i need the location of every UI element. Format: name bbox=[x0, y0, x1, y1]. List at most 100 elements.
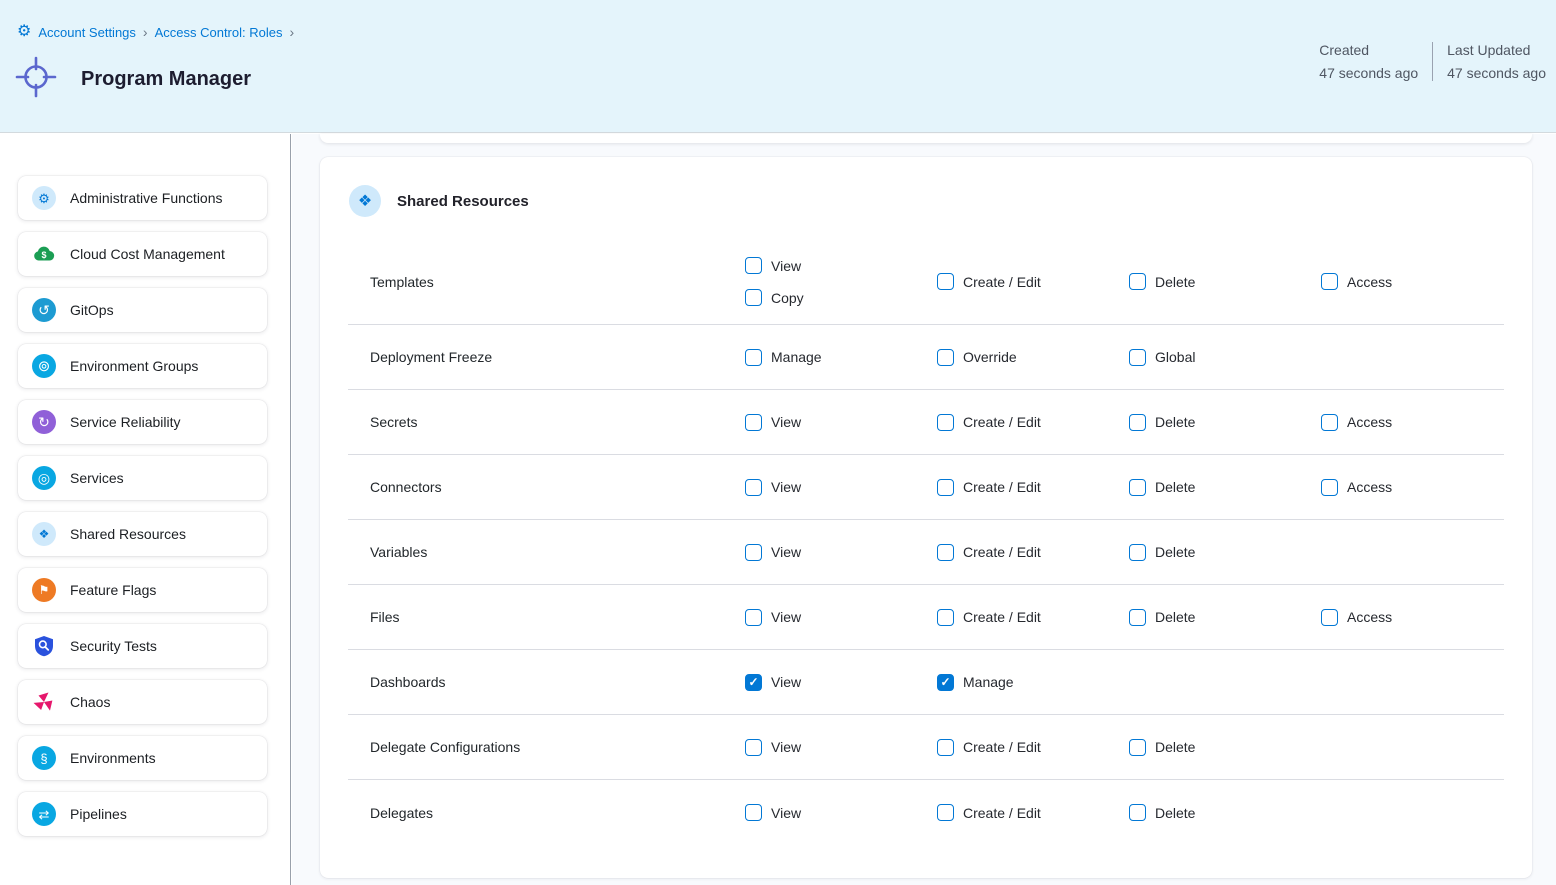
checkbox-unchecked-icon[interactable] bbox=[1129, 739, 1146, 756]
checkbox-unchecked-icon[interactable] bbox=[745, 414, 762, 431]
permission-cell: Delete bbox=[1129, 739, 1321, 756]
permission-checkbox-files-view[interactable]: View bbox=[745, 609, 937, 626]
permission-checkbox-connectors-access[interactable]: Access bbox=[1321, 479, 1504, 496]
checkbox-unchecked-icon[interactable] bbox=[937, 544, 954, 561]
checkbox-unchecked-icon[interactable] bbox=[1129, 544, 1146, 561]
permission-checkbox-connectors-view[interactable]: View bbox=[745, 479, 937, 496]
chevron-right-icon: › bbox=[289, 24, 294, 40]
sidebar-item-services[interactable]: ◎Services bbox=[18, 456, 267, 500]
checkbox-unchecked-icon[interactable] bbox=[745, 289, 762, 306]
checkbox-unchecked-icon[interactable] bbox=[937, 273, 954, 290]
permission-checkbox-delegates-create-edit[interactable]: Create / Edit bbox=[937, 804, 1129, 821]
sidebar-item-administrative-functions[interactable]: ⚙Administrative Functions bbox=[18, 176, 267, 220]
permission-checkbox-delegates-delete[interactable]: Delete bbox=[1129, 804, 1321, 821]
sidebar-item-chaos[interactable]: Chaos bbox=[18, 680, 267, 724]
checkbox-unchecked-icon[interactable] bbox=[745, 544, 762, 561]
sidebar-item-label: Pipelines bbox=[70, 806, 127, 822]
checkbox-checked-icon[interactable]: ✓ bbox=[937, 674, 954, 691]
checkbox-unchecked-icon[interactable] bbox=[937, 414, 954, 431]
permission-cell: View bbox=[745, 804, 937, 821]
service-reliability-icon: ↻ bbox=[32, 410, 56, 434]
checkbox-unchecked-icon[interactable] bbox=[1129, 414, 1146, 431]
permission-checkbox-templates-delete[interactable]: Delete bbox=[1129, 273, 1321, 290]
previous-card-edge bbox=[320, 134, 1532, 143]
permission-checkbox-secrets-create-edit[interactable]: Create / Edit bbox=[937, 414, 1129, 431]
sidebar-item-shared-resources[interactable]: ❖Shared Resources bbox=[18, 512, 267, 556]
chaos-pinwheel-icon bbox=[32, 690, 56, 714]
checkbox-unchecked-icon[interactable] bbox=[937, 739, 954, 756]
permission-checkbox-variables-create-edit[interactable]: Create / Edit bbox=[937, 544, 1129, 561]
permission-cell: Delete bbox=[1129, 804, 1321, 821]
checkbox-unchecked-icon[interactable] bbox=[1321, 479, 1338, 496]
checkbox-label: Access bbox=[1347, 609, 1392, 625]
checkbox-label: View bbox=[771, 805, 801, 821]
permission-checkbox-delegate-configurations-view[interactable]: View bbox=[745, 739, 937, 756]
permission-checkbox-templates-create-edit[interactable]: Create / Edit bbox=[937, 273, 1129, 290]
checkbox-unchecked-icon[interactable] bbox=[745, 479, 762, 496]
permission-checkbox-templates-access[interactable]: Access bbox=[1321, 273, 1504, 290]
breadcrumb-account-settings[interactable]: Account Settings bbox=[38, 25, 136, 40]
checkbox-unchecked-icon[interactable] bbox=[745, 349, 762, 366]
permission-checkbox-variables-delete[interactable]: Delete bbox=[1129, 544, 1321, 561]
permission-checkbox-templates-view[interactable]: View bbox=[745, 257, 937, 274]
sidebar-item-cloud-cost-management[interactable]: $Cloud Cost Management bbox=[18, 232, 267, 276]
permission-checkbox-connectors-delete[interactable]: Delete bbox=[1129, 479, 1321, 496]
permission-checkbox-delegates-view[interactable]: View bbox=[745, 804, 937, 821]
resource-label: Templates bbox=[348, 274, 745, 290]
checkbox-label: Create / Edit bbox=[963, 274, 1041, 290]
checkbox-unchecked-icon[interactable] bbox=[1321, 414, 1338, 431]
permission-checkbox-dashboards-manage[interactable]: ✓Manage bbox=[937, 674, 1129, 691]
sidebar-item-label: Services bbox=[70, 470, 124, 486]
created-value: 47 seconds ago bbox=[1319, 65, 1418, 81]
permission-checkbox-secrets-delete[interactable]: Delete bbox=[1129, 414, 1321, 431]
permission-checkbox-variables-view[interactable]: View bbox=[745, 544, 937, 561]
checkbox-unchecked-icon[interactable] bbox=[1321, 273, 1338, 290]
checkbox-unchecked-icon[interactable] bbox=[745, 804, 762, 821]
checkbox-unchecked-icon[interactable] bbox=[745, 739, 762, 756]
permission-checkbox-delegate-configurations-delete[interactable]: Delete bbox=[1129, 739, 1321, 756]
permission-checkbox-deployment-freeze-global[interactable]: Global bbox=[1129, 349, 1321, 366]
permission-checkbox-deployment-freeze-manage[interactable]: Manage bbox=[745, 349, 937, 366]
checkbox-unchecked-icon[interactable] bbox=[1129, 804, 1146, 821]
permission-checkbox-templates-copy[interactable]: Copy bbox=[745, 289, 937, 306]
permission-checkbox-secrets-view[interactable]: View bbox=[745, 414, 937, 431]
sidebar-item-gitops[interactable]: ↺ GitOps bbox=[18, 288, 267, 332]
permission-checkbox-dashboards-view[interactable]: ✓View bbox=[745, 674, 937, 691]
created-label: Created bbox=[1319, 42, 1418, 58]
sidebar-item-label: GitOps bbox=[70, 302, 114, 318]
permission-checkbox-files-create-edit[interactable]: Create / Edit bbox=[937, 609, 1129, 626]
checkbox-label: Delete bbox=[1155, 609, 1195, 625]
gitops-icon: ↺ bbox=[32, 298, 56, 322]
permission-cell: Delete bbox=[1129, 544, 1321, 561]
shared-resources-icon: ❖ bbox=[349, 185, 381, 217]
sidebar-item-security-tests[interactable]: Security Tests bbox=[18, 624, 267, 668]
sidebar-item-environment-groups[interactable]: ⊚Environment Groups bbox=[18, 344, 267, 388]
checkbox-checked-icon[interactable]: ✓ bbox=[745, 674, 762, 691]
sidebar-item-environments[interactable]: §Environments bbox=[18, 736, 267, 780]
checkbox-unchecked-icon[interactable] bbox=[1129, 609, 1146, 626]
permission-checkbox-secrets-access[interactable]: Access bbox=[1321, 414, 1504, 431]
permission-cell: ✓View bbox=[745, 674, 937, 691]
admin-gear-icon: ⚙ bbox=[32, 186, 56, 210]
checkbox-unchecked-icon[interactable] bbox=[937, 609, 954, 626]
checkbox-unchecked-icon[interactable] bbox=[937, 349, 954, 366]
sidebar-item-pipelines[interactable]: ⇄Pipelines bbox=[18, 792, 267, 836]
checkbox-unchecked-icon[interactable] bbox=[1129, 273, 1146, 290]
permission-checkbox-files-access[interactable]: Access bbox=[1321, 609, 1504, 626]
checkbox-unchecked-icon[interactable] bbox=[745, 609, 762, 626]
checkbox-unchecked-icon[interactable] bbox=[1129, 479, 1146, 496]
checkbox-unchecked-icon[interactable] bbox=[1321, 609, 1338, 626]
checkbox-unchecked-icon[interactable] bbox=[937, 479, 954, 496]
permission-checkbox-files-delete[interactable]: Delete bbox=[1129, 609, 1321, 626]
permission-checkbox-delegate-configurations-create-edit[interactable]: Create / Edit bbox=[937, 739, 1129, 756]
resource-label: Secrets bbox=[348, 414, 745, 430]
checkbox-unchecked-icon[interactable] bbox=[937, 804, 954, 821]
sidebar-item-feature-flags[interactable]: ⚑Feature Flags bbox=[18, 568, 267, 612]
sidebar-item-service-reliability[interactable]: ↻Service Reliability bbox=[18, 400, 267, 444]
permission-checkbox-deployment-freeze-override[interactable]: Override bbox=[937, 349, 1129, 366]
breadcrumb-access-control-roles[interactable]: Access Control: Roles bbox=[155, 25, 283, 40]
checkbox-unchecked-icon[interactable] bbox=[1129, 349, 1146, 366]
checkbox-unchecked-icon[interactable] bbox=[745, 257, 762, 274]
checkbox-label: Create / Edit bbox=[963, 805, 1041, 821]
permission-checkbox-connectors-create-edit[interactable]: Create / Edit bbox=[937, 479, 1129, 496]
